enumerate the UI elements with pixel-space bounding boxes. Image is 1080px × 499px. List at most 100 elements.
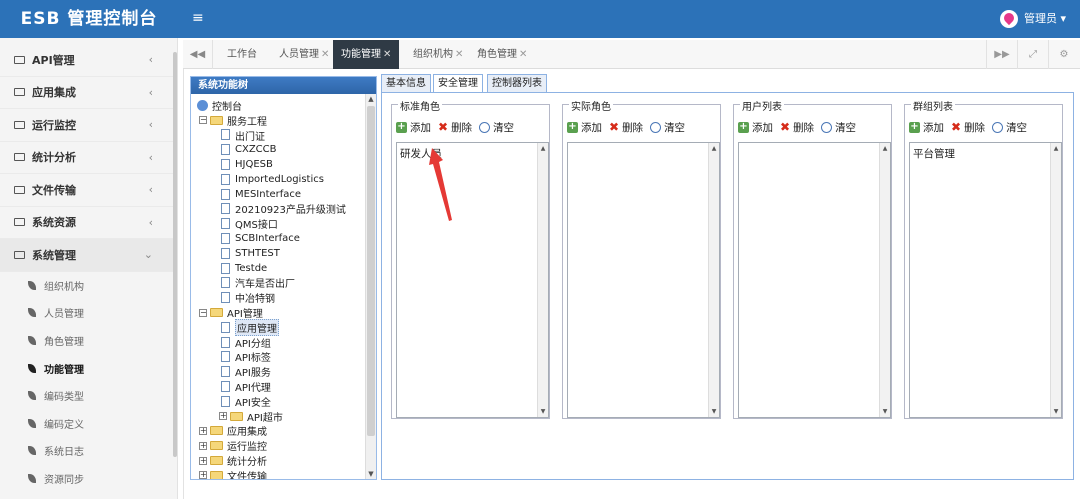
tree-node[interactable]: + API超市	[197, 409, 366, 424]
list-scrollbar[interactable]: ▲ ▼	[879, 143, 890, 417]
tree-scrollbar[interactable]: ▲ ▼	[365, 94, 376, 479]
user-menu[interactable]: 管理员 ▾	[999, 9, 1066, 29]
delete-button[interactable]: ✖ 删除	[951, 119, 985, 135]
scroll-down-icon[interactable]: ▼	[709, 408, 719, 415]
tab-security[interactable]: 安全管理	[433, 74, 483, 93]
sidebar-item-statistics[interactable]: 统计分析 ‹	[0, 142, 177, 174]
actual-roles-list[interactable]: ▲ ▼	[567, 142, 720, 418]
standard-roles-list[interactable]: 研发人员 ▲ ▼	[396, 142, 549, 418]
sidebar-subitem-code-types[interactable]: 编码类型	[0, 382, 177, 410]
close-icon[interactable]: ✕	[383, 49, 391, 60]
tree-node[interactable]: API分组	[197, 335, 366, 350]
expand-icon[interactable]: +	[199, 426, 207, 435]
scroll-up-icon[interactable]: ▲	[1051, 145, 1061, 152]
tab-scroll-right-icon[interactable]: ▶▶	[986, 40, 1017, 69]
tree-node[interactable]: 汽车是否出厂	[197, 276, 366, 290]
sidebar-subitem-functions[interactable]: 功能管理	[0, 354, 177, 382]
tree-node[interactable]: API安全	[197, 394, 366, 409]
tab-controller-list[interactable]: 控制器列表	[487, 74, 547, 93]
list-item[interactable]: 平台管理	[913, 146, 955, 161]
add-button[interactable]: + 添加	[567, 119, 602, 135]
sidebar-subitem-system-log[interactable]: 系统日志	[0, 437, 177, 465]
tree-node[interactable]: ImportedLogistics	[197, 172, 366, 187]
expand-icon[interactable]: +	[199, 471, 207, 479]
user-list[interactable]: ▲ ▼	[738, 142, 891, 418]
tree-node[interactable]: CXZCCB	[197, 142, 366, 157]
gear-icon[interactable]: ⚙	[1048, 40, 1079, 69]
sidebar-subitem-personnel[interactable]: 人员管理	[0, 299, 177, 327]
delete-button[interactable]: ✖ 删除	[780, 119, 814, 135]
close-icon[interactable]: ✕	[455, 49, 463, 60]
sidebar-item-api[interactable]: API管理 ‹	[0, 44, 177, 77]
group-list[interactable]: 平台管理 ▲ ▼	[909, 142, 1062, 418]
tree-node[interactable]: + 运行监控	[197, 438, 366, 453]
scroll-down-icon[interactable]: ▼	[1051, 408, 1061, 415]
tree-node[interactable]: QMS接口	[197, 216, 366, 231]
tree-node[interactable]: HJQESB	[197, 157, 366, 172]
collapse-icon[interactable]: −	[199, 116, 207, 125]
scroll-down-icon[interactable]: ▼	[880, 408, 890, 415]
clear-button[interactable]: 清空	[992, 119, 1027, 135]
tree-node[interactable]: − API管理	[197, 305, 366, 320]
tree-node[interactable]: Testde	[197, 261, 366, 276]
tree-node[interactable]: + 文件传输	[197, 468, 366, 479]
scroll-up-icon[interactable]: ▲	[709, 145, 719, 152]
collapse-icon[interactable]: −	[199, 308, 207, 317]
tree-node[interactable]: 中冶特钢	[197, 290, 366, 305]
sidebar-item-system-resources[interactable]: 系统资源 ‹	[0, 207, 177, 239]
list-scrollbar[interactable]: ▲ ▼	[1050, 143, 1061, 417]
sidebar-subitem-org[interactable]: 组织机构	[0, 272, 177, 300]
scroll-down-icon[interactable]: ▼	[366, 470, 376, 478]
expand-icon[interactable]: +	[199, 441, 207, 450]
tree-node-selected[interactable]: 应用管理	[197, 318, 366, 336]
menu-toggle-icon[interactable]: ≡	[192, 10, 204, 26]
tree-node[interactable]: API标签	[197, 350, 366, 364]
expand-icon[interactable]: +	[219, 412, 227, 421]
close-icon[interactable]: ✕	[519, 49, 527, 60]
clear-button[interactable]: 清空	[650, 119, 685, 135]
tree-node[interactable]: API代理	[197, 379, 366, 394]
list-scrollbar[interactable]: ▲ ▼	[708, 143, 719, 417]
tab-scroll-left-icon[interactable]: ◀◀	[183, 40, 213, 69]
sidebar-subitem-resource-sync[interactable]: 资源同步	[0, 465, 177, 493]
tree-node-root[interactable]: 控制台	[197, 98, 366, 113]
delete-button[interactable]: ✖ 删除	[438, 119, 472, 135]
scroll-down-icon[interactable]: ▼	[538, 408, 548, 415]
close-icon[interactable]: ✕	[321, 49, 329, 60]
tab-roles[interactable]: 角色管理 ✕	[469, 40, 535, 69]
list-item[interactable]: 研发人员	[400, 146, 442, 161]
sidebar-scrollbar[interactable]	[173, 52, 177, 457]
sidebar-item-system-management[interactable]: 系统管理 ⌄	[0, 239, 177, 272]
sidebar-item-app-integration[interactable]: 应用集成 ‹	[0, 77, 177, 109]
expand-icon[interactable]: +	[199, 456, 207, 465]
tab-workbench[interactable]: 工作台	[219, 40, 265, 69]
tab-org[interactable]: 组织机构 ✕	[405, 40, 471, 69]
clear-button[interactable]: 清空	[479, 119, 514, 135]
scroll-up-icon[interactable]: ▲	[538, 145, 548, 152]
tree-node[interactable]: MESInterface	[197, 187, 366, 202]
scroll-up-icon[interactable]: ▲	[880, 145, 890, 152]
tab-functions[interactable]: 功能管理 ✕	[333, 40, 400, 69]
tree-node[interactable]: 出门证	[197, 128, 366, 143]
add-button[interactable]: + 添加	[396, 119, 431, 135]
tab-personnel[interactable]: 人员管理 ✕	[271, 40, 337, 69]
tree-node[interactable]: − 服务工程	[197, 113, 366, 128]
clear-button[interactable]: 清空	[821, 119, 856, 135]
scroll-thumb[interactable]	[367, 106, 375, 436]
sidebar-item-file-transfer[interactable]: 文件传输 ‹	[0, 174, 177, 207]
fullscreen-icon[interactable]: ⤢	[1017, 40, 1048, 69]
scroll-up-icon[interactable]: ▲	[366, 95, 376, 103]
tree-node[interactable]: 20210923产品升级测试	[197, 202, 366, 216]
tree-node[interactable]: STHTEST	[197, 246, 366, 261]
add-button[interactable]: + 添加	[909, 119, 944, 135]
add-button[interactable]: + 添加	[738, 119, 773, 135]
tree-node[interactable]: + 统计分析	[197, 453, 366, 468]
tree-node[interactable]: API服务	[197, 364, 366, 379]
sidebar-subitem-roles[interactable]: 角色管理	[0, 327, 177, 355]
tree-node[interactable]: SCBInterface	[197, 231, 366, 246]
sidebar-item-monitoring[interactable]: 运行监控 ‹	[0, 109, 177, 142]
delete-button[interactable]: ✖ 删除	[609, 119, 643, 135]
sidebar-subitem-code-defs[interactable]: 编码定义	[0, 409, 177, 437]
tab-basic-info[interactable]: 基本信息	[381, 74, 431, 93]
tree-node[interactable]: + 应用集成	[197, 424, 366, 438]
